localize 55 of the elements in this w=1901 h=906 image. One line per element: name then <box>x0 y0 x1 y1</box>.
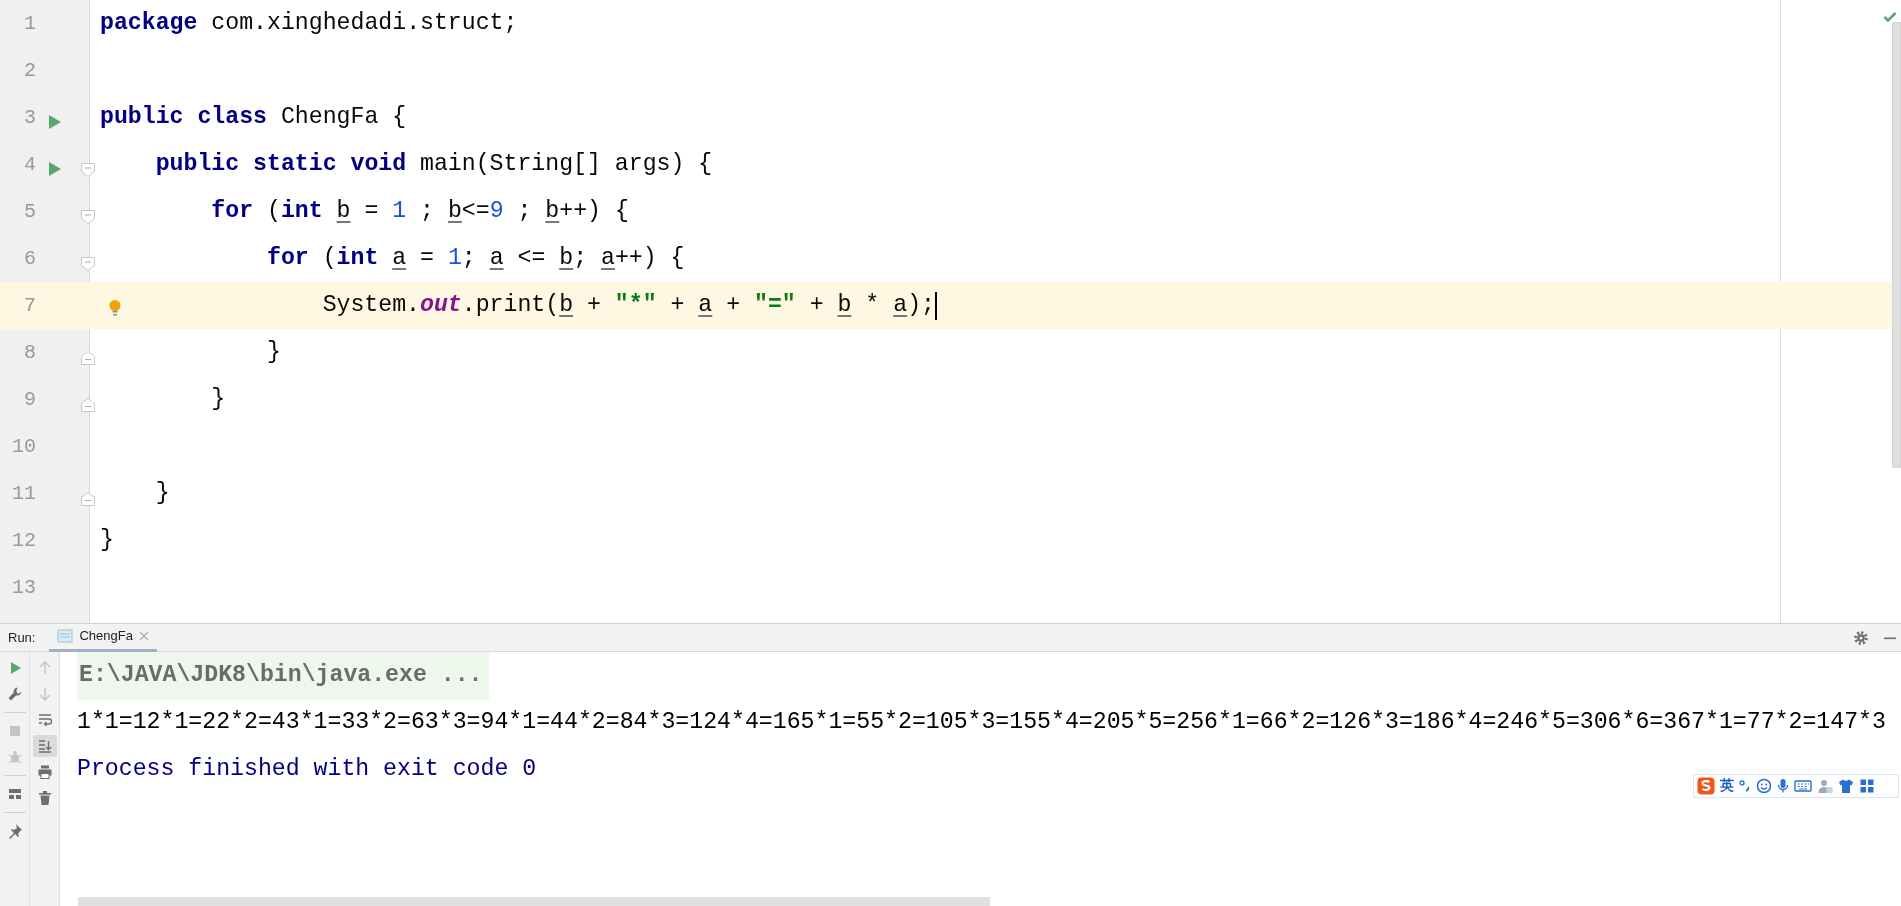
line-number: 10 <box>11 433 36 460</box>
code-line: for (int b = 1 ; b<=9 ; b++) { <box>211 197 629 227</box>
line-number: 6 <box>23 245 36 272</box>
microphone-icon[interactable] <box>1777 778 1789 794</box>
line-number: 3 <box>23 104 36 131</box>
fold-icon[interactable] <box>81 162 95 177</box>
code-line: public static void main(String[] args) { <box>155 150 713 180</box>
checkmark-icon <box>1883 10 1897 23</box>
code-line: package com.xinghedadi.struct; <box>100 9 518 39</box>
line-number: 4 <box>23 151 36 178</box>
run-icon[interactable] <box>47 113 63 130</box>
settings-icon[interactable] <box>1853 629 1869 646</box>
line-number: 7 <box>23 292 36 319</box>
code-line: for (int a = 1; a <= b; a++) { <box>266 244 685 274</box>
close-icon[interactable] <box>138 631 149 641</box>
line-number: 11 <box>11 480 36 507</box>
bug-icon <box>6 749 23 765</box>
code-line: public class ChengFa { <box>100 103 407 133</box>
wrench-icon <box>6 686 23 702</box>
console-icon <box>57 629 74 643</box>
code-line: } <box>155 479 170 509</box>
line-number: 12 <box>11 527 36 554</box>
person-icon[interactable] <box>1817 778 1833 794</box>
scroll-to-end-button[interactable] <box>32 735 57 757</box>
soft-wrap-icon <box>36 712 53 728</box>
scrollbar[interactable] <box>1892 22 1901 468</box>
code-line: } <box>100 526 114 556</box>
shirt-icon[interactable] <box>1838 778 1854 794</box>
keyboard-icon[interactable] <box>1794 778 1812 794</box>
line-number: 1 <box>23 10 36 37</box>
line-number: 13 <box>11 574 36 601</box>
run-icon[interactable] <box>47 160 63 177</box>
line-number: 8 <box>23 339 36 366</box>
grid-icon[interactable] <box>1859 778 1875 794</box>
print-icon <box>36 764 53 780</box>
delete-icon <box>36 790 53 806</box>
scrollbar[interactable] <box>78 897 990 906</box>
layout-icon <box>6 786 23 802</box>
scroll-to-end-icon <box>36 738 53 754</box>
fold-icon[interactable] <box>81 209 95 224</box>
code-line: } <box>266 338 281 368</box>
code-line: System.out.print(b + "*" + a + "=" + b * a); <box>322 291 935 321</box>
output-line: 1*1=12*1=22*2=43*1=33*2=63*3=94*1=44*2=84*3=124*4=165*1=55*2=105*3=155*4=205*5=256*1=66*2=126*3=186*4=246*5=306*6=367*1=77*2=147*3 <box>77 708 1886 738</box>
line-number: 5 <box>23 198 36 225</box>
line-number: 9 <box>23 386 36 413</box>
input-mode[interactable]: 英 <box>1720 775 1734 797</box>
punctuation-icon[interactable] <box>1739 778 1751 794</box>
fold-icon[interactable] <box>81 256 95 271</box>
exit-message: Process finished with exit code 0 <box>77 755 537 785</box>
logo-icon[interactable] <box>1697 777 1715 795</box>
lightbulb-icon[interactable] <box>108 298 122 319</box>
panel-label: Run: <box>8 628 36 647</box>
emoji-icon[interactable] <box>1756 778 1772 794</box>
code-line: } <box>211 385 226 415</box>
line-number: 2 <box>23 57 36 84</box>
